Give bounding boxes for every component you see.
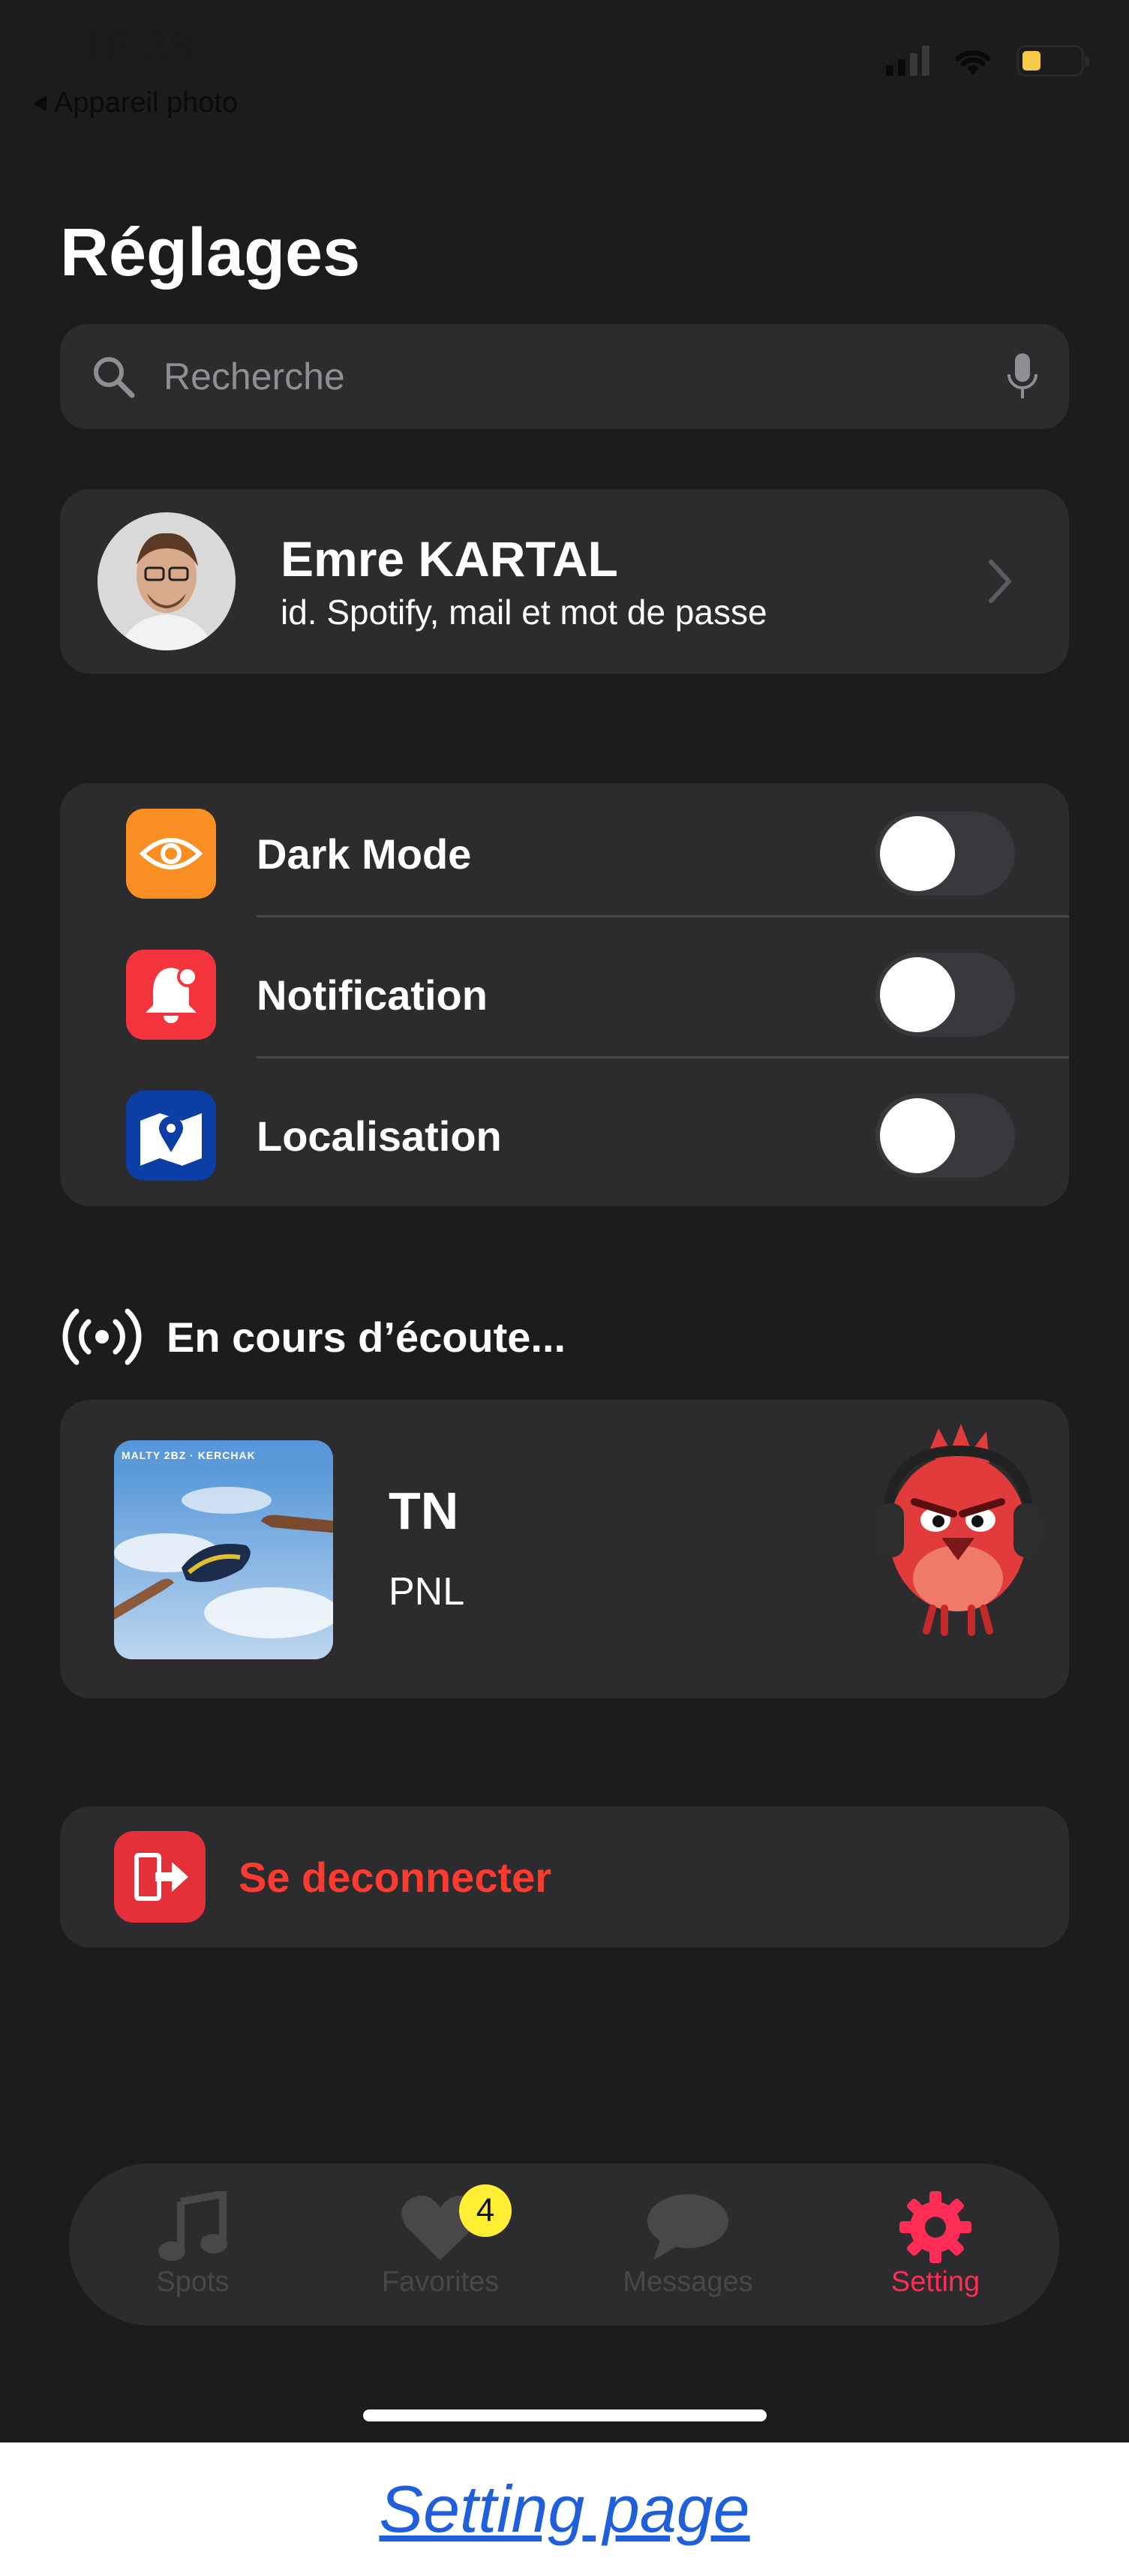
tab-favorites-label: Favorites: [381, 2265, 500, 2298]
microphone-icon[interactable]: [1006, 352, 1039, 401]
dark-mode-label: Dark Mode: [257, 830, 472, 878]
page-caption: Setting page: [0, 2442, 1129, 2576]
status-icons: [886, 45, 1089, 77]
search-bar[interactable]: Recherche: [60, 324, 1069, 429]
home-indicator[interactable]: [363, 2409, 767, 2421]
album-cover[interactable]: [114, 1440, 333, 1659]
localisation-label: Localisation: [257, 1112, 502, 1160]
cover-text: MALTY 2BZ · KERCHAK: [122, 1449, 256, 1461]
chevron-right-icon: [989, 560, 1011, 603]
music-note-icon: [158, 2190, 227, 2261]
eye-icon: [126, 809, 216, 899]
logout-label: Se deconnecter: [239, 1853, 552, 1901]
mascot-bird-icon: [877, 1424, 1040, 1636]
dark-mode-toggle[interactable]: [875, 812, 1015, 896]
caption-text: Setting page: [379, 2472, 750, 2546]
dark-mode-row: Dark Mode: [60, 783, 1069, 924]
settings-toggle-group: Dark Mode Notification Localisation: [60, 783, 1069, 1206]
logout-icon: [114, 1831, 206, 1923]
now-playing-card[interactable]: MALTY 2BZ · KERCHAK TN PNL: [60, 1400, 1069, 1698]
status-time: 16:38: [81, 23, 194, 72]
chat-bubble-icon: [647, 2193, 728, 2260]
back-to-app-link[interactable]: Appareil photo: [33, 87, 238, 119]
battery-icon: [1016, 45, 1089, 77]
localisation-toggle[interactable]: [875, 1094, 1015, 1178]
now-playing-heading: En cours d’écoute...: [60, 1305, 566, 1368]
now-playing-heading-label: En cours d’écoute...: [167, 1313, 566, 1361]
tab-messages-label: Messages: [623, 2265, 753, 2298]
tab-setting-label: Setting: [890, 2265, 980, 2298]
profile-name: Emre KARTAL: [281, 531, 618, 587]
tab-spots-label: Spots: [156, 2265, 230, 2298]
search-input[interactable]: Recherche: [164, 355, 1006, 398]
avatar: [98, 512, 236, 650]
tab-setting[interactable]: Setting: [812, 2163, 1059, 2325]
song-artist: PNL: [389, 1570, 465, 1614]
gear-icon: [899, 2190, 971, 2263]
tab-spots[interactable]: Spots: [69, 2163, 317, 2325]
cellular-signal-icon: [886, 46, 929, 76]
wifi-icon: [955, 50, 991, 75]
profile-card[interactable]: Emre KARTAL id. Spotify, mail et mot de …: [60, 489, 1069, 674]
favorites-badge: 4: [459, 2184, 512, 2237]
bell-icon: [126, 950, 216, 1040]
notification-label: Notification: [257, 971, 488, 1019]
localisation-row: Localisation: [60, 1065, 1069, 1206]
tab-messages[interactable]: Messages: [564, 2163, 812, 2325]
song-title: TN: [389, 1482, 459, 1540]
logout-button[interactable]: Se deconnecter: [60, 1806, 1069, 1947]
divider: [257, 1056, 1069, 1058]
back-app-label: Appareil photo: [54, 87, 239, 119]
profile-subtitle: id. Spotify, mail et mot de passe: [281, 593, 767, 632]
notification-row: Notification: [60, 924, 1069, 1065]
page-title: Réglages: [60, 215, 361, 290]
tab-bar: Spots Favorites 4 Messages Setting: [69, 2163, 1059, 2325]
broadcast-icon: [62, 1308, 142, 1365]
divider: [257, 915, 1069, 917]
map-icon: [126, 1091, 216, 1181]
search-icon: [94, 357, 135, 398]
back-arrow-icon: [33, 95, 47, 112]
tab-favorites[interactable]: Favorites 4: [317, 2163, 564, 2325]
settings-screen: 16:38 Appareil photo Réglages Recherche: [0, 0, 1129, 2442]
notification-toggle[interactable]: [875, 953, 1015, 1037]
